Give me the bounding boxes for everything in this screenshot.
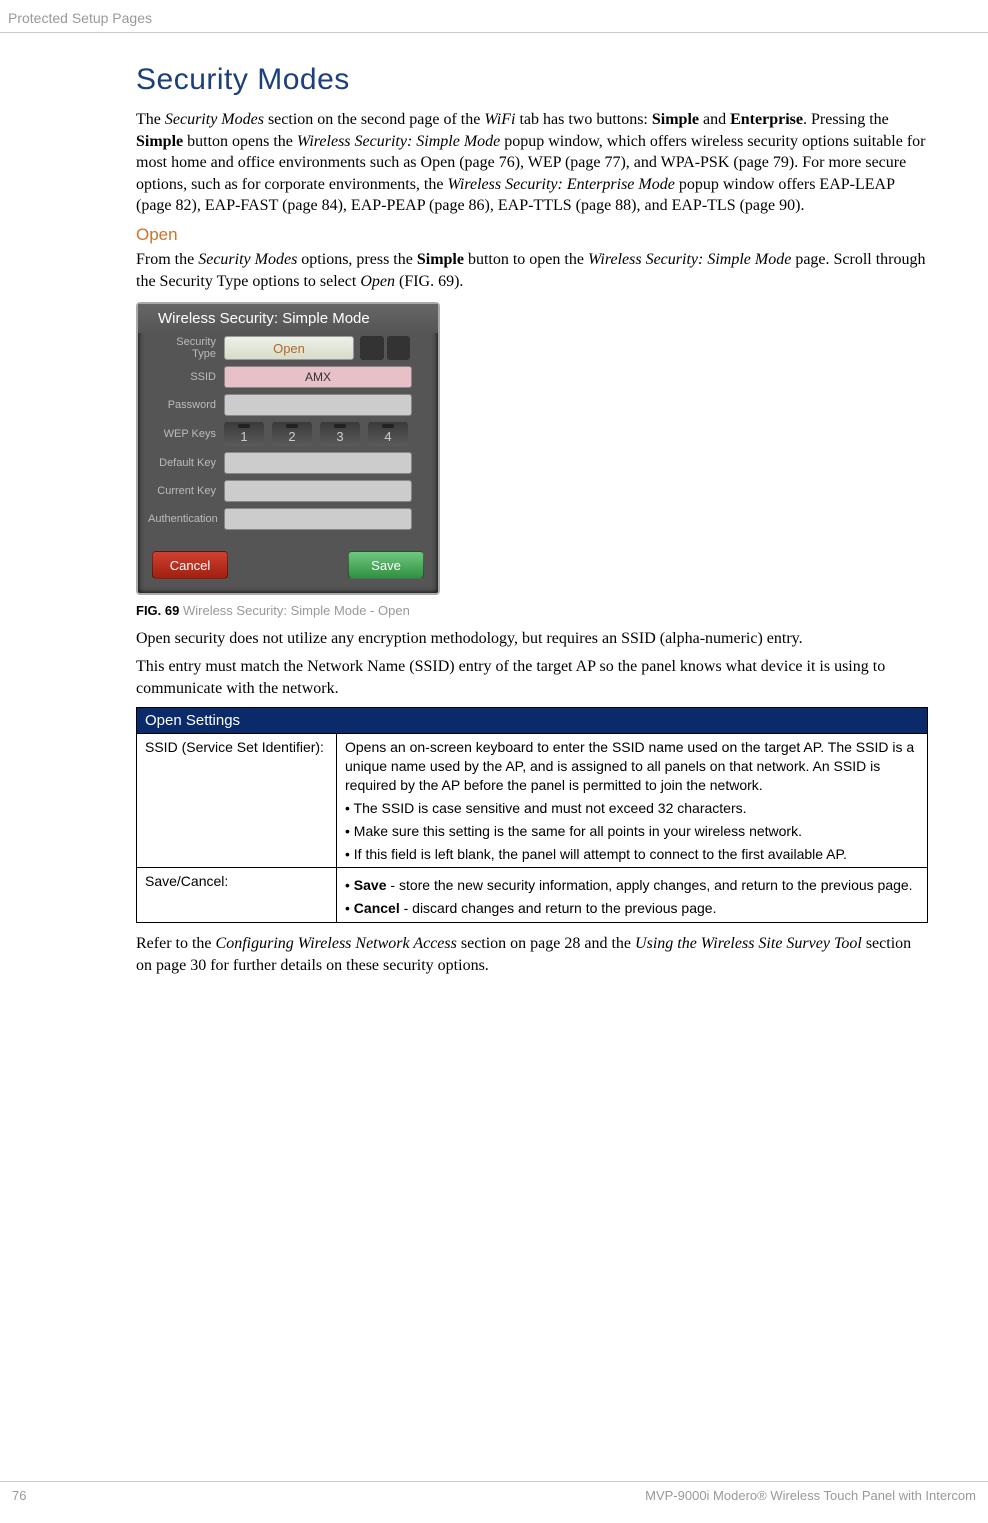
table-cell-label: Save/Cancel: <box>137 868 337 923</box>
text-bold: Simple <box>417 251 464 268</box>
password-field[interactable] <box>224 394 412 416</box>
closing-paragraph: Refer to the Configuring Wireless Networ… <box>136 933 928 976</box>
text: Opens an on-screen keyboard to enter the… <box>345 739 914 793</box>
security-type-select[interactable]: Open <box>224 336 354 360</box>
label-wep-keys: WEP Keys <box>148 428 224 440</box>
default-key-field[interactable] <box>224 452 412 474</box>
text: (FIG. 69). <box>395 273 463 290</box>
text: section on the second page of the <box>264 111 484 128</box>
wep-key-4[interactable]: 4 <box>368 422 408 446</box>
open-paragraph: From the Security Modes options, press t… <box>136 249 928 292</box>
text: Refer to the <box>136 935 216 952</box>
text-italic: Open <box>360 273 395 290</box>
bullet-list: Save - store the new security informatio… <box>345 876 919 918</box>
text: . Pressing the <box>803 111 889 128</box>
text-italic: Wireless Security: Simple Mode <box>297 133 500 150</box>
wireless-security-panel: Wireless Security: Simple Mode Security … <box>136 302 440 595</box>
text: button opens the <box>183 133 297 150</box>
save-button[interactable]: Save <box>348 551 424 579</box>
label-security-type: Security Type <box>148 336 224 360</box>
wep-key-2[interactable]: 2 <box>272 422 312 446</box>
text-bold: Simple <box>652 111 699 128</box>
table-row: Save/Cancel: Save - store the new securi… <box>137 868 928 923</box>
wep-key-1[interactable]: 1 <box>224 422 264 446</box>
label-ssid: SSID <box>148 371 224 383</box>
table-cell-label: SSID (Service Set Identifier): <box>137 734 337 868</box>
paragraph: This entry must match the Network Name (… <box>136 656 928 699</box>
list-item: The SSID is case sensitive and must not … <box>345 799 919 818</box>
open-settings-table: Open Settings SSID (Service Set Identifi… <box>136 707 928 923</box>
text-italic: Security Modes <box>165 111 264 128</box>
text-italic: WiFi <box>484 111 515 128</box>
label-authentication: Authentication <box>148 513 224 525</box>
cancel-button[interactable]: Cancel <box>152 551 228 579</box>
table-row: SSID (Service Set Identifier): Opens an … <box>137 734 928 868</box>
text-italic: Configuring Wireless Network Access <box>216 935 457 952</box>
text: section on page 28 and the <box>457 935 635 952</box>
text: From the <box>136 251 198 268</box>
text: and <box>699 111 730 128</box>
text: - store the new security information, ap… <box>387 877 913 893</box>
list-item: Cancel - discard changes and return to t… <box>345 899 919 918</box>
figure-description: Wireless Security: Simple Mode - Open <box>179 603 409 618</box>
label-password: Password <box>148 399 224 411</box>
wep-key-3[interactable]: 3 <box>320 422 360 446</box>
label-current-key: Current Key <box>148 485 224 497</box>
text-italic: Wireless Security: Enterprise Mode <box>447 176 674 193</box>
table-cell-body: Save - store the new security informatio… <box>337 868 928 923</box>
list-item: Make sure this setting is the same for a… <box>345 822 919 841</box>
text: button to open the <box>464 251 588 268</box>
text-italic: Security Modes <box>198 251 297 268</box>
paragraph: Open security does not utilize any encry… <box>136 628 928 650</box>
heading-security-modes: Security Modes <box>136 63 928 97</box>
page-number: 76 <box>12 1488 26 1503</box>
list-item: If this field is left blank, the panel w… <box>345 845 919 864</box>
stepper-arrows[interactable] <box>360 336 410 360</box>
figure-number: FIG. 69 <box>136 603 179 618</box>
figure-69: Wireless Security: Simple Mode Security … <box>136 302 928 618</box>
text-bold: Simple <box>136 133 183 150</box>
text-italic: Wireless Security: Simple Mode <box>588 251 791 268</box>
text: tab has two buttons: <box>515 111 651 128</box>
list-item: Save - store the new security informatio… <box>345 876 919 895</box>
bullet-list: The SSID is case sensitive and must not … <box>345 799 919 864</box>
text-bold: Enterprise <box>730 111 803 128</box>
text-bold: Cancel <box>354 900 400 916</box>
authentication-field[interactable] <box>224 508 412 530</box>
section-header: Protected Setup Pages <box>0 0 988 33</box>
ssid-field[interactable]: AMX <box>224 366 412 388</box>
arrow-right-icon[interactable] <box>387 336 411 360</box>
text: - discard changes and return to the prev… <box>400 900 717 916</box>
panel-title: Wireless Security: Simple Mode <box>138 304 438 333</box>
figure-caption: FIG. 69 Wireless Security: Simple Mode -… <box>136 603 928 618</box>
table-header: Open Settings <box>137 708 928 734</box>
intro-paragraph: The Security Modes section on the second… <box>136 109 928 217</box>
product-name: MVP-9000i Modero® Wireless Touch Panel w… <box>645 1488 976 1503</box>
wep-keys-group: 1 2 3 4 <box>224 422 408 446</box>
text-italic: Using the Wireless Site Survey Tool <box>635 935 862 952</box>
page-content: Security Modes The Security Modes sectio… <box>0 33 988 976</box>
text: options, press the <box>297 251 417 268</box>
page-footer: 76 MVP-9000i Modero® Wireless Touch Pane… <box>0 1481 988 1503</box>
heading-open: Open <box>136 225 928 245</box>
arrow-left-icon[interactable] <box>360 336 384 360</box>
text-bold: Save <box>354 877 387 893</box>
current-key-field[interactable] <box>224 480 412 502</box>
text: The <box>136 111 165 128</box>
label-default-key: Default Key <box>148 457 224 469</box>
table-cell-body: Opens an on-screen keyboard to enter the… <box>337 734 928 868</box>
